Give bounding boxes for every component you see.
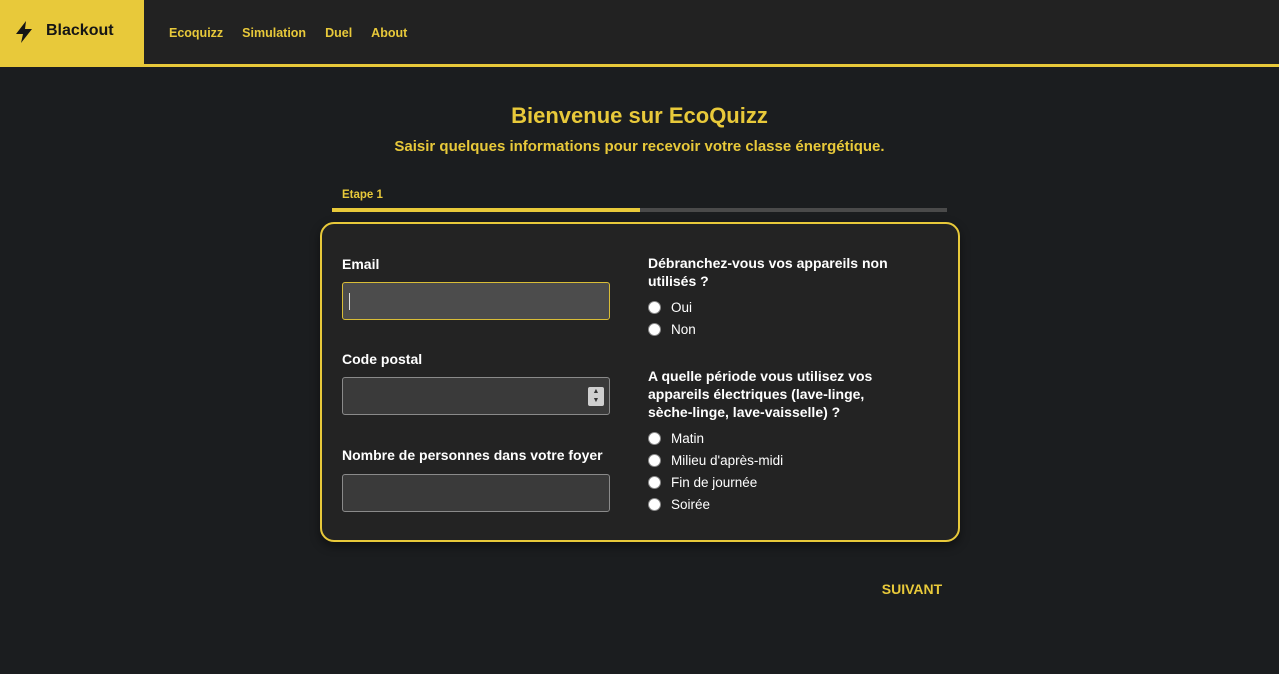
brand-logo[interactable]: Blackout (0, 0, 144, 64)
spin-up-icon[interactable]: ▲ (592, 388, 600, 396)
nav-item-duel[interactable]: Duel (325, 26, 352, 40)
radio-button[interactable] (648, 301, 661, 314)
radio-option-milieu-apres-midi[interactable]: Milieu d'après-midi (648, 453, 783, 468)
household-label: Nombre de personnes dans votre foyer (342, 447, 603, 463)
radio-option-fin-de-journee[interactable]: Fin de journée (648, 475, 757, 490)
postal-code-field[interactable]: ▲ ▼ (342, 377, 610, 415)
radio-option-non[interactable]: Non (648, 322, 696, 337)
radio-label: Oui (671, 300, 693, 315)
radio-button[interactable] (648, 498, 661, 511)
unplug-question-line1: Débranchez-vous vos appareils non (648, 255, 888, 271)
household-field[interactable] (342, 474, 610, 512)
period-question-line3: sèche-linge, lave-vaisselle) ? (648, 404, 841, 420)
page-title: Bienvenue sur EcoQuizz (511, 103, 768, 128)
unplug-question: Débranchez-vous vos appareils non utilis… (648, 254, 888, 290)
step-progress-fill (332, 208, 640, 212)
text-caret (349, 293, 350, 310)
radio-option-soiree[interactable]: Soirée (648, 497, 710, 512)
main-nav: Ecoquizz Simulation Duel About (169, 26, 426, 40)
radio-button[interactable] (648, 454, 661, 467)
postal-code-label: Code postal (342, 351, 423, 367)
nav-item-simulation[interactable]: Simulation (242, 26, 306, 40)
nav-item-ecoquizz[interactable]: Ecoquizz (169, 26, 223, 40)
lightning-bolt-icon (16, 21, 32, 43)
brand-name: Blackout (46, 22, 114, 39)
radio-option-matin[interactable]: Matin (648, 431, 704, 446)
radio-label: Milieu d'après-midi (671, 453, 784, 468)
email-label: Email (342, 256, 380, 272)
step-progress-bar (332, 208, 947, 212)
unplug-question-line2: utilisés ? (648, 273, 709, 289)
radio-button[interactable] (648, 323, 661, 336)
radio-option-oui[interactable]: Oui (648, 300, 692, 315)
radio-label: Non (671, 322, 696, 337)
radio-label: Soirée (671, 497, 711, 512)
next-button[interactable]: SUIVANT (872, 578, 952, 600)
page-subtitle: Saisir quelques informations pour recevo… (394, 138, 885, 155)
quiz-form-card: Email Code postal ▲ ▼ Nombre de personne… (320, 222, 960, 542)
radio-button[interactable] (648, 476, 661, 489)
radio-button[interactable] (648, 432, 661, 445)
nav-item-about[interactable]: About (371, 26, 407, 40)
radio-label: Matin (671, 431, 705, 446)
spin-down-icon[interactable]: ▼ (592, 397, 600, 405)
number-spinner[interactable]: ▲ ▼ (588, 387, 604, 406)
top-navbar: Blackout Ecoquizz Simulation Duel About (0, 0, 1279, 67)
period-question: A quelle période vous utilisez vos appar… (648, 367, 872, 421)
step-label: Etape 1 (342, 189, 383, 201)
radio-label: Fin de journée (671, 475, 758, 490)
period-question-line2: appareils électriques (lave-linge, (648, 386, 865, 402)
email-field[interactable] (342, 282, 610, 320)
period-question-line1: A quelle période vous utilisez vos (648, 368, 873, 384)
